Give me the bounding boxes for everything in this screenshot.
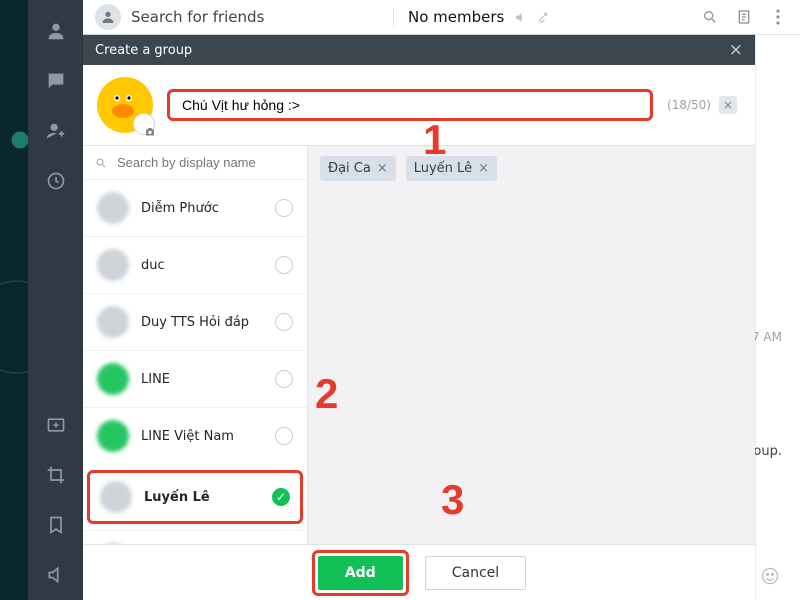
chat-title: No members	[408, 8, 504, 26]
friend-search-input[interactable]	[115, 154, 295, 171]
mute-icon[interactable]	[512, 9, 528, 25]
clock-icon[interactable]	[43, 168, 69, 194]
volume-icon[interactable]	[43, 562, 69, 588]
group-avatar[interactable]	[97, 77, 153, 133]
add-button[interactable]: Add	[318, 556, 403, 590]
selected-members-panel: Đại Ca × Luyến Lê ×	[308, 146, 755, 544]
group-name-bar: (18/50) ×	[83, 65, 755, 146]
share-icon[interactable]	[536, 9, 552, 25]
friend-search-bar[interactable]: Search for friends	[83, 4, 393, 30]
chat-icon[interactable]	[43, 68, 69, 94]
list-item[interactable]: Mẫn TTS Hỏi Đáp	[83, 530, 307, 544]
avatar	[97, 420, 129, 452]
search-icon	[95, 156, 107, 170]
step-annotation-2: 2	[315, 370, 338, 418]
friend-search[interactable]	[83, 146, 307, 179]
top-bar: Search for friends No members	[83, 0, 800, 35]
modal-title: Create a group	[95, 43, 192, 58]
bookmark-icon[interactable]	[43, 512, 69, 538]
checkbox-unchecked-icon[interactable]	[275, 370, 293, 388]
crop-icon[interactable]	[43, 462, 69, 488]
checkbox-unchecked-icon[interactable]	[275, 427, 293, 445]
friend-name: Duy TTS Hỏi đáp	[141, 315, 275, 330]
list-item[interactable]: LINE Việt Nam	[83, 407, 307, 464]
friend-list: Diễm Phước duc Duy TTS Hỏi đáp	[83, 179, 307, 544]
modal-footer: Add Cancel	[83, 544, 755, 600]
modal-body: Diễm Phước duc Duy TTS Hỏi đáp	[83, 146, 755, 544]
friend-name: LINE	[141, 372, 275, 387]
group-name-input-highlight	[167, 89, 653, 121]
emoji-icon[interactable]	[760, 566, 780, 586]
friend-search-placeholder: Search for friends	[131, 8, 264, 26]
sidebar	[28, 0, 83, 600]
char-counter: (18/50)	[667, 98, 711, 112]
clear-name-icon[interactable]: ×	[719, 96, 737, 114]
list-item[interactable]: LINE	[83, 350, 307, 407]
chip[interactable]: Đại Ca ×	[320, 156, 396, 181]
create-group-modal: Create a group ×	[83, 35, 755, 600]
notes-icon[interactable]	[736, 9, 752, 25]
checkbox-checked-icon[interactable]: ✓	[272, 488, 290, 506]
avatar	[97, 192, 129, 224]
avatar	[97, 306, 129, 338]
friend-list-panel: Diễm Phước duc Duy TTS Hỏi đáp	[83, 146, 308, 544]
avatar	[100, 481, 132, 513]
more-icon[interactable]	[770, 9, 786, 25]
chip-remove-icon[interactable]: ×	[478, 161, 489, 176]
chat-header: No members	[393, 8, 800, 26]
close-icon[interactable]: ×	[729, 40, 743, 60]
camera-icon[interactable]	[133, 113, 155, 135]
list-item[interactable]: Duy TTS Hỏi đáp	[83, 293, 307, 350]
list-item[interactable]: Diễm Phước	[83, 179, 307, 236]
checkbox-unchecked-icon[interactable]	[275, 313, 293, 331]
chip[interactable]: Luyến Lê ×	[406, 156, 497, 181]
group-name-input[interactable]	[180, 96, 640, 114]
list-item-selected-highlight[interactable]: Luyến Lê ✓	[87, 470, 303, 524]
avatar	[97, 363, 129, 395]
add-media-icon[interactable]	[43, 412, 69, 438]
chip-label: Đại Ca	[328, 161, 371, 176]
modal-header: Create a group ×	[83, 35, 755, 65]
checkbox-unchecked-icon[interactable]	[275, 256, 293, 274]
checkbox-unchecked-icon[interactable]	[275, 199, 293, 217]
friend-name: Luyến Lê	[144, 490, 272, 505]
person-icon	[95, 4, 121, 30]
avatar	[97, 249, 129, 281]
chip-remove-icon[interactable]: ×	[377, 161, 388, 176]
add-button-highlight: Add	[312, 550, 409, 596]
friend-name: Diễm Phước	[141, 201, 275, 216]
step-annotation-1: 1	[423, 116, 446, 164]
search-icon[interactable]	[702, 9, 718, 25]
app-shell: Search for friends No members	[28, 0, 800, 600]
friends-icon[interactable]	[43, 18, 69, 44]
step-annotation-3: 3	[441, 476, 464, 524]
main-panel: Search for friends No members	[83, 0, 800, 600]
add-friend-icon[interactable]	[43, 118, 69, 144]
list-item[interactable]: duc	[83, 236, 307, 293]
friend-name: duc	[141, 258, 275, 273]
friend-name: LINE Việt Nam	[141, 429, 275, 444]
cancel-button[interactable]: Cancel	[425, 556, 526, 590]
selected-chips: Đại Ca × Luyến Lê ×	[320, 156, 743, 181]
